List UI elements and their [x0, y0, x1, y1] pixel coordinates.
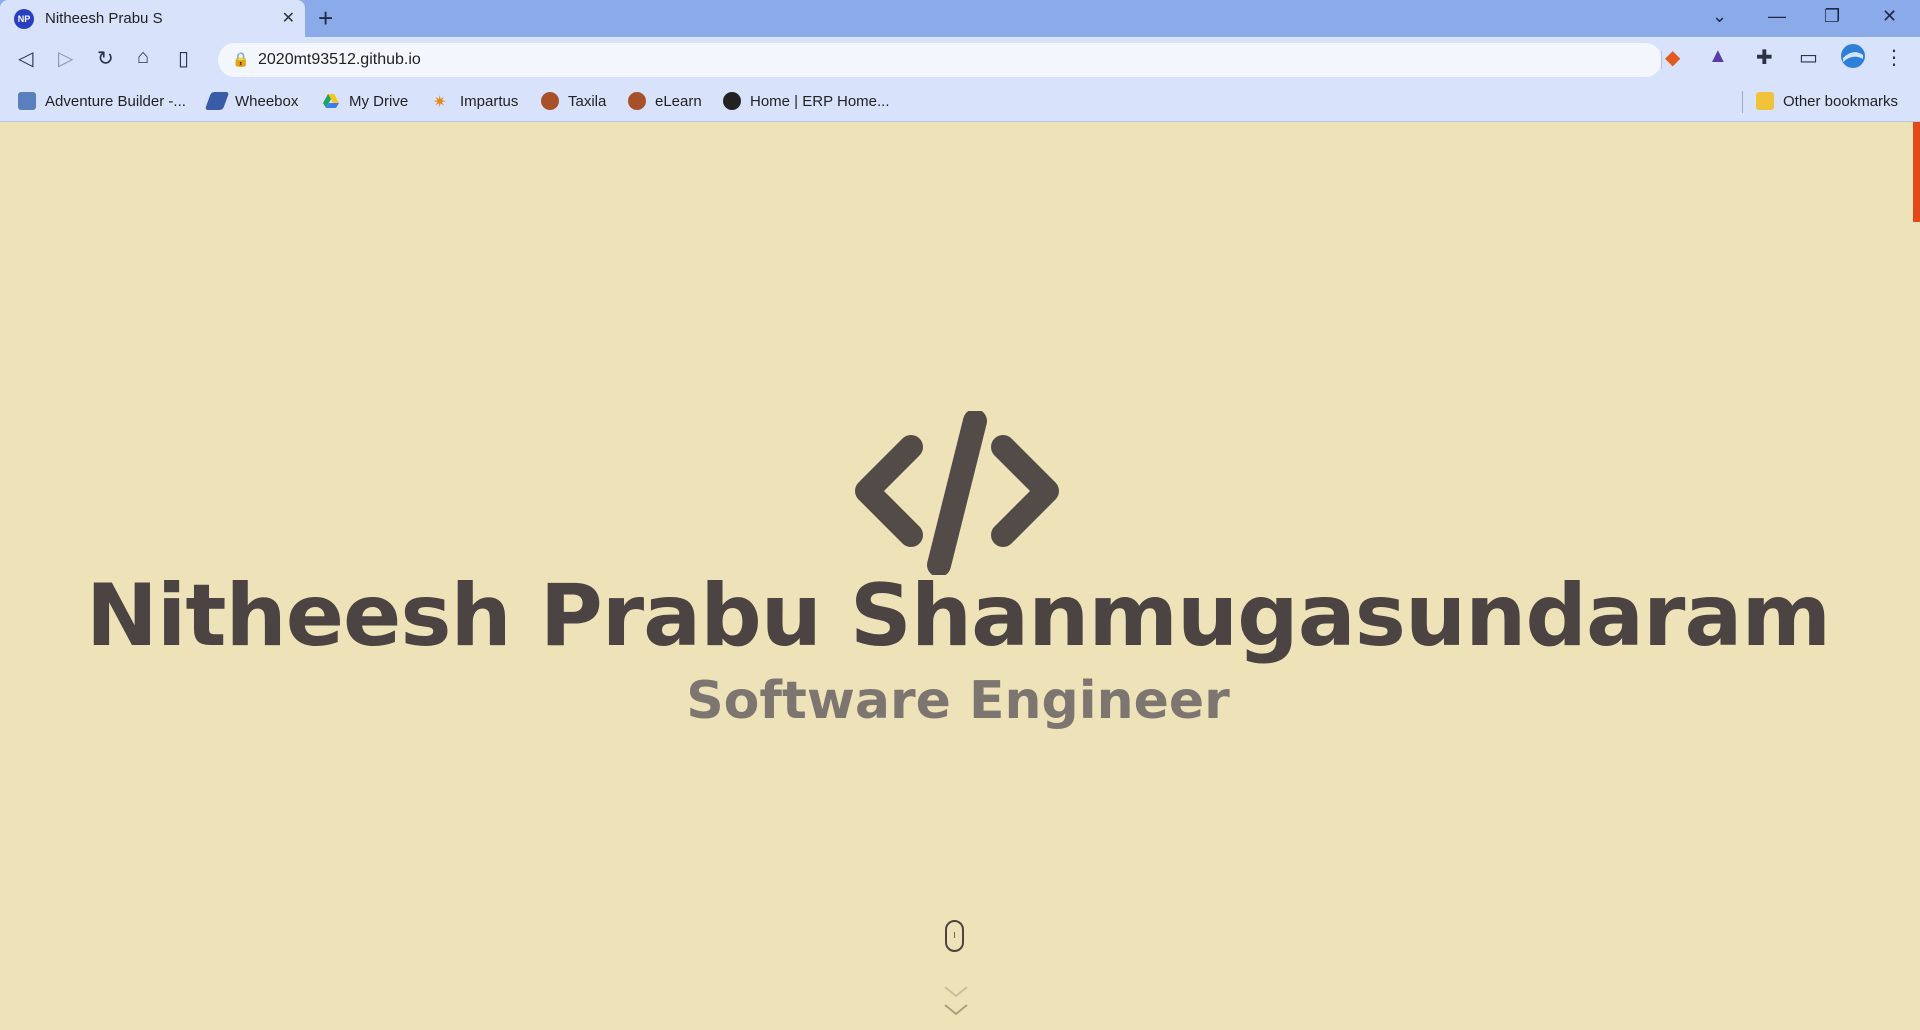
brave-shields-icon[interactable]: ◆ — [1665, 45, 1680, 70]
new-tab-button[interactable]: + — [318, 3, 333, 34]
bookmark-item[interactable]: My Drive — [322, 92, 408, 110]
bookmark-item[interactable]: eLearn — [628, 92, 702, 110]
lock-icon: 🔒 — [232, 51, 250, 67]
bookmark-button[interactable]: ▯ — [178, 46, 189, 71]
extensions-icon[interactable]: ✚ — [1756, 45, 1773, 70]
wheebox-icon — [204, 92, 230, 110]
tab-title: Nitheesh Prabu S — [45, 10, 163, 27]
close-tab-icon[interactable]: ✕ — [282, 8, 295, 28]
bookmark-item[interactable]: Wheebox — [204, 92, 299, 110]
bookmark-item[interactable]: ✷ Impartus — [433, 92, 519, 112]
bookmark-label: Taxila — [568, 92, 607, 110]
bookmark-item[interactable]: Adventure Builder -... — [18, 92, 186, 110]
brave-rewards-icon[interactable]: ▲ — [1708, 45, 1728, 68]
minimize-button[interactable]: — — [1768, 6, 1786, 27]
folder-icon — [1756, 92, 1774, 110]
google-drive-icon — [322, 92, 340, 110]
elearn-icon — [628, 92, 646, 110]
browser-tab[interactable]: NP Nitheesh Prabu S ✕ — [0, 0, 305, 37]
browser-toolbar: ◁ ▷ ↻ ⌂ ▯ 🔒 2020mt93512.github.io ◆ ▲ ✚ … — [0, 37, 1920, 82]
bookmark-item[interactable]: Taxila — [541, 92, 606, 110]
back-button[interactable]: ◁ — [18, 46, 33, 71]
tab-strip: NP Nitheesh Prabu S ✕ + ⌄ — ❐ ✕ — [0, 0, 1920, 37]
menu-icon[interactable]: ⋮ — [1884, 45, 1904, 70]
address-divider — [1661, 51, 1662, 69]
taxila-icon — [541, 92, 559, 110]
bookmarks-divider — [1742, 91, 1743, 113]
bookmark-label: Wheebox — [235, 92, 299, 110]
close-window-button[interactable]: ✕ — [1882, 6, 1897, 27]
globe-icon — [723, 92, 741, 110]
page-content: Nitheesh Prabu Shanmugasundaram Software… — [0, 122, 1920, 1030]
forward-button[interactable]: ▷ — [58, 46, 73, 71]
address-url: 2020mt93512.github.io — [258, 51, 421, 68]
tab-search-icon[interactable]: ⌄ — [1712, 6, 1727, 27]
bookmark-label: My Drive — [349, 92, 409, 110]
tab-favicon-icon: NP — [14, 8, 34, 29]
bookmark-label: Adventure Builder -... — [45, 92, 186, 110]
bookmark-item[interactable]: Home | ERP Home... — [723, 92, 890, 110]
adventure-builder-icon — [18, 92, 36, 110]
address-bar[interactable]: 🔒 2020mt93512.github.io — [218, 43, 1662, 77]
bookmark-label: Impartus — [460, 92, 519, 110]
chevron-down-icon — [944, 986, 968, 998]
hero-name: Nitheesh Prabu Shanmugasundaram — [85, 566, 1831, 666]
restore-button[interactable]: ❐ — [1824, 6, 1840, 27]
reload-button[interactable]: ↻ — [97, 46, 114, 71]
bookmark-label: eLearn — [655, 92, 702, 110]
bookmarks-bar: Adventure Builder -... Wheebox My Drive … — [0, 82, 1920, 122]
impartus-icon: ✷ — [433, 94, 447, 111]
hero-role: Software Engineer — [686, 671, 1230, 731]
home-button[interactable]: ⌂ — [137, 46, 149, 69]
wallet-icon[interactable]: ▭ — [1799, 45, 1818, 70]
other-bookmarks-label: Other bookmarks — [1783, 92, 1899, 110]
scroll-progress-indicator — [1913, 122, 1920, 222]
other-bookmarks[interactable]: Other bookmarks — [1756, 92, 1898, 110]
bookmark-label: Home | ERP Home... — [750, 92, 890, 110]
chevron-down-icon — [944, 1004, 968, 1016]
profile-avatar[interactable] — [1840, 43, 1866, 75]
scroll-mouse-icon[interactable] — [945, 920, 964, 952]
code-brackets-icon — [855, 411, 1059, 575]
